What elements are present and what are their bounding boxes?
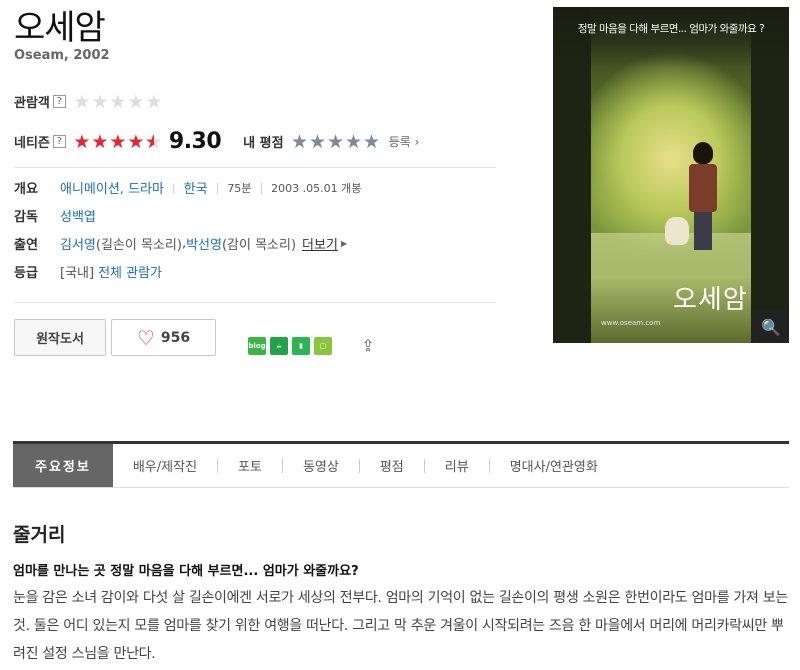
movie-title: 오세암 (14, 8, 106, 48)
star-icon: ★ (127, 130, 145, 153)
star-icon: ★ (109, 130, 127, 153)
zoom-icon[interactable]: 🔍 (753, 311, 789, 343)
cast-role: (감이 목소리) (221, 238, 297, 253)
movie-subtitle: Oseam, 2002 (14, 48, 110, 63)
like-count: 956 (160, 329, 191, 346)
my-rating-label: 내 평점 (243, 136, 284, 151)
netizen-score: 9.30 (168, 129, 222, 154)
poster-child-figure (689, 142, 717, 252)
cast-row: 출연 김서영 (길손이 목소리), 박선영 (감이 목소리) 더보기 ▶ (14, 234, 347, 253)
star-icon: ★ (73, 90, 91, 113)
help-icon[interactable]: ? (52, 135, 66, 148)
runtime: 75분 (227, 181, 252, 195)
divider (14, 167, 496, 168)
grade-region: [국내] (60, 266, 95, 281)
netizen-rating-row: 네티즌 ? ★ ★ ★ ★ ★ 9.30 내 평점 ★ ★ ★ ★ ★ 등록 › (14, 129, 419, 154)
tab-cast-crew[interactable]: 배우/제작진 (113, 444, 217, 487)
star-icon[interactable]: ★ (327, 132, 345, 151)
genre-link[interactable]: 애니메이션, 드라마 (60, 178, 164, 197)
star-icon[interactable]: ★ (345, 132, 363, 151)
star-icon[interactable]: ★ (291, 132, 309, 151)
director-link[interactable]: 성백엽 (60, 206, 96, 225)
share-icon[interactable]: ⇪ (358, 336, 378, 356)
poster-tagline: 정말 마음을 다해 부르면... 엄마가 와줄까요 ? (577, 23, 765, 35)
star-icon: ★ (91, 130, 109, 153)
country-link[interactable]: 한국 (184, 178, 208, 197)
divider (14, 302, 496, 303)
netizen-stars: ★ ★ ★ ★ ★ (73, 130, 163, 153)
director-row: 감독 성백엽 (14, 206, 96, 225)
original-book-button[interactable]: 원작도서 (14, 319, 106, 356)
audience-stars: ★ ★ ★ ★ ★ (73, 90, 163, 113)
tab-video[interactable]: 동영상 (283, 444, 359, 487)
cafe-icon[interactable]: ☕ (270, 337, 288, 355)
cast-role: (길손이 목소리) (95, 238, 182, 253)
audience-rating-row: 관람객 ? ★ ★ ★ ★ ★ (14, 92, 163, 111)
more-cast-link[interactable]: 더보기 (302, 234, 338, 253)
tab-photo[interactable]: 포토 (218, 444, 282, 487)
separator: | (215, 181, 220, 194)
register-label: 등록 (388, 135, 411, 149)
star-icon: ★ (109, 90, 127, 113)
star-icon: ★ (91, 90, 109, 113)
register-rating-link[interactable]: 등록 › (389, 133, 420, 150)
netizen-label: 네티즌 (14, 136, 50, 151)
movie-poster[interactable]: 정말 마음을 다해 부르면... 엄마가 와줄까요 ? 오세암 www.osea… (553, 7, 789, 343)
like-button[interactable]: ♡ 956 (111, 319, 216, 356)
director-key: 감독 (14, 210, 38, 225)
release-date[interactable]: 2003 .05.01 개봉 (271, 180, 361, 196)
poster-url: www.oseam.com (601, 319, 661, 327)
memo-icon[interactable]: ▢ (314, 337, 332, 355)
cast-link[interactable]: 박선영 (186, 234, 222, 253)
cast-key: 출연 (14, 238, 38, 253)
grade-link[interactable]: 전체 관람가 (98, 262, 162, 281)
poster-top-shade (553, 7, 789, 67)
cast-link[interactable]: 김서영 (60, 234, 96, 253)
separator: | (259, 181, 264, 194)
star-icon[interactable]: ★ (363, 132, 381, 151)
help-icon[interactable]: ? (52, 95, 66, 108)
audience-label: 관람객 (14, 96, 50, 111)
tab-rating[interactable]: 평점 (360, 444, 424, 487)
tab-review[interactable]: 리뷰 (425, 444, 489, 487)
poster-dog-figure (665, 217, 689, 245)
my-rating-stars[interactable]: ★ ★ ★ ★ ★ (291, 132, 381, 151)
synopsis-title: 줄거리 (13, 524, 66, 546)
star-icon: ★ (73, 130, 91, 153)
overview-row: 개요 애니메이션, 드라마 | 한국 | 75분 | 2003 .05.01 개… (14, 178, 361, 197)
blog-icon[interactable]: blog (248, 337, 266, 355)
half-star-icon: ★ (145, 132, 163, 151)
separator: | (171, 181, 176, 194)
triangle-right-icon: ▶ (340, 239, 348, 248)
tab-quotes-related[interactable]: 명대사/연관영화 (490, 444, 618, 487)
tab-bar: 주요정보 배우/제작진 포토 동영상 평점 리뷰 명대사/연관영화 (13, 441, 789, 488)
star-icon: ★ (145, 90, 163, 113)
share-icons: blog ☕ ▮ ▢ (248, 337, 332, 355)
synopsis-body: 눈을 감은 소녀 감이와 다섯 살 길손이에겐 서로가 세상의 전부다. 엄마의… (13, 590, 788, 662)
heart-icon: ♡ (136, 325, 155, 350)
bookmark-icon[interactable]: ▮ (292, 337, 310, 355)
tab-main-info[interactable]: 주요정보 (13, 444, 113, 487)
overview-key: 개요 (14, 182, 38, 197)
poster-title: 오세암 (673, 285, 748, 315)
chevron-right-icon: › (414, 135, 420, 149)
grade-row: 등급 [국내] 전체 관람가 (14, 262, 162, 281)
grade-key: 등급 (14, 266, 38, 281)
synopsis-headline: 엄마를 만나는 곳 정말 마음을 다해 부르면... 엄마가 와줄까요? (13, 564, 359, 579)
star-icon: ★ (127, 90, 145, 113)
star-icon[interactable]: ★ (309, 132, 327, 151)
